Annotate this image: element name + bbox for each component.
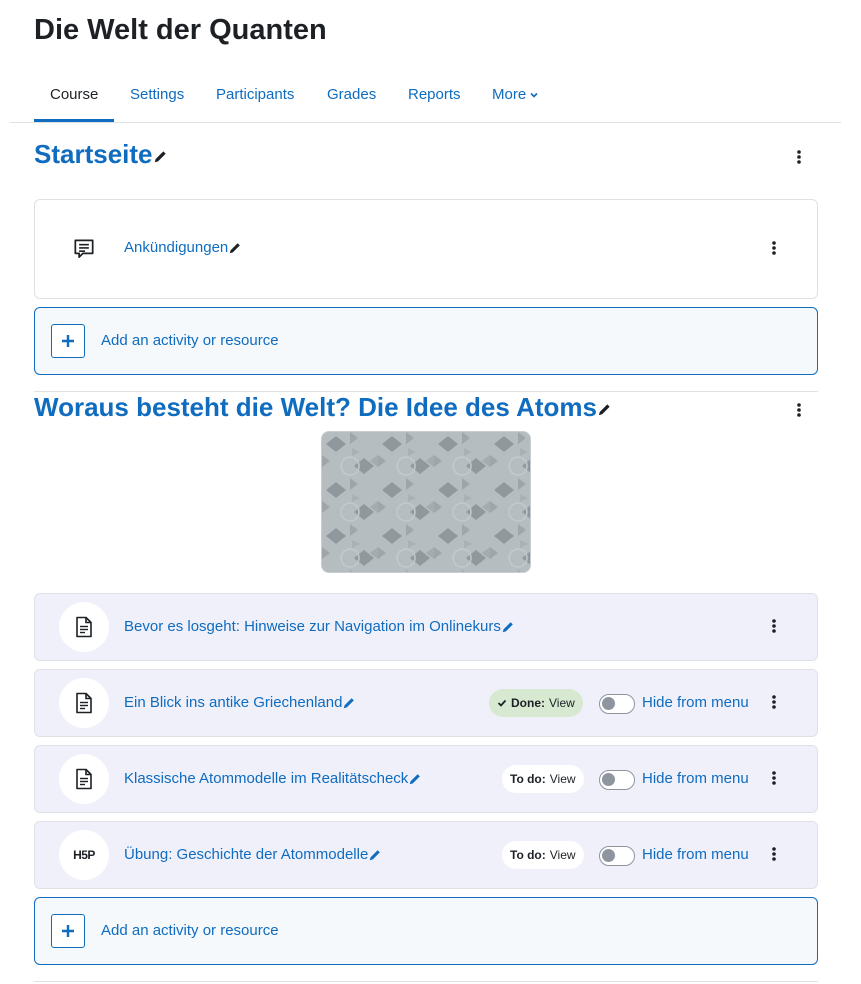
completion-state: Done:	[511, 696, 545, 710]
toggle-knob	[602, 773, 615, 786]
completion-state: To do:	[510, 848, 546, 862]
add-activity-label: Add an activity or resource	[101, 332, 279, 349]
activity-menu-icon[interactable]	[766, 768, 782, 788]
section-title-startseite[interactable]: Startseite	[34, 139, 168, 170]
plus-icon	[51, 914, 85, 948]
hide-from-menu-label[interactable]: Hide from menu	[642, 694, 749, 711]
edit-pencil-icon[interactable]	[408, 772, 422, 786]
check-icon	[497, 699, 507, 707]
activity-name: Klassische Atommodelle im Realitätscheck	[124, 770, 409, 787]
section-menu-icon[interactable]	[791, 147, 807, 167]
section-divider	[34, 981, 818, 982]
completion-state: To do:	[510, 772, 546, 786]
edit-pencil-icon[interactable]	[501, 620, 515, 634]
add-activity-button[interactable]: Add an activity or resource	[34, 307, 818, 375]
activity-link[interactable]: Übung: Geschichte der Atommodelle	[124, 846, 382, 863]
edit-pencil-icon[interactable]	[228, 241, 242, 255]
completion-badge-done[interactable]: Done: View	[489, 689, 583, 717]
edit-pencil-icon[interactable]	[368, 848, 382, 862]
section-menu-icon[interactable]	[791, 400, 807, 420]
activity-name: Ein Blick ins antike Griechenland	[124, 694, 343, 711]
completion-action: View	[549, 848, 576, 862]
activity-card-forum: Ankündigungen	[34, 199, 818, 299]
toggle-knob	[602, 697, 615, 710]
tab-more[interactable]: More	[492, 66, 538, 123]
forum-icon	[59, 224, 109, 274]
section-pattern-image	[321, 431, 531, 573]
tab-course[interactable]: Course	[50, 66, 98, 123]
tab-more-label: More	[492, 86, 527, 103]
section-title-text: Startseite	[34, 139, 153, 169]
section-title-atoms[interactable]: Woraus besteht die Welt? Die Idee des At…	[34, 392, 612, 423]
toggle-knob	[602, 849, 615, 862]
edit-pencil-icon[interactable]	[342, 696, 356, 710]
page-icon	[59, 678, 109, 728]
hide-from-menu-label[interactable]: Hide from menu	[642, 846, 749, 863]
activity-menu-icon[interactable]	[766, 844, 782, 864]
course-nav: Course Settings Participants Grades Repo…	[10, 66, 841, 123]
chevron-down-icon	[530, 92, 538, 98]
tab-grades[interactable]: Grades	[327, 66, 376, 123]
activity-card-page: Bevor es losgeht: Hinweise zur Navigatio…	[34, 593, 818, 661]
activity-menu-icon[interactable]	[766, 692, 782, 712]
activity-link[interactable]: Bevor es losgeht: Hinweise zur Navigatio…	[124, 618, 515, 635]
section-title-text: Woraus besteht die Welt? Die Idee des At…	[34, 392, 597, 422]
hide-from-menu-toggle[interactable]	[599, 770, 635, 790]
page-icon	[59, 602, 109, 652]
tab-participants[interactable]: Participants	[216, 66, 294, 123]
activity-name: Ankündigungen	[124, 239, 229, 256]
completion-action: View	[549, 772, 576, 786]
hide-from-menu-toggle[interactable]	[599, 694, 635, 714]
activity-card-page: Ein Blick ins antike Griechenland Done: …	[34, 669, 818, 737]
activity-card-page: Klassische Atommodelle im Realitätscheck…	[34, 745, 818, 813]
hide-from-menu-label[interactable]: Hide from menu	[642, 770, 749, 787]
activity-link[interactable]: Ankündigungen	[124, 239, 242, 256]
activity-link[interactable]: Ein Blick ins antike Griechenland	[124, 694, 356, 711]
activity-card-h5p: H5P Übung: Geschichte der Atommodelle To…	[34, 821, 818, 889]
add-activity-button[interactable]: Add an activity or resource	[34, 897, 818, 965]
page-icon	[59, 754, 109, 804]
tab-settings[interactable]: Settings	[130, 66, 184, 123]
h5p-logo-text: H5P	[73, 848, 95, 862]
edit-pencil-icon[interactable]	[597, 402, 612, 417]
edit-pencil-icon[interactable]	[153, 149, 168, 164]
activity-name: Bevor es losgeht: Hinweise zur Navigatio…	[124, 618, 501, 635]
completion-action: View	[549, 696, 575, 710]
active-tab-indicator	[34, 119, 114, 122]
hide-from-menu-toggle[interactable]	[599, 846, 635, 866]
page-title: Die Welt der Quanten	[34, 14, 327, 46]
activity-menu-icon[interactable]	[766, 238, 782, 258]
completion-badge-todo[interactable]: To do: View	[502, 841, 584, 869]
plus-icon	[51, 324, 85, 358]
tab-reports[interactable]: Reports	[408, 66, 461, 123]
activity-name: Übung: Geschichte der Atommodelle	[124, 846, 369, 863]
activity-link[interactable]: Klassische Atommodelle im Realitätscheck	[124, 770, 422, 787]
h5p-icon: H5P	[59, 830, 109, 880]
add-activity-label: Add an activity or resource	[101, 922, 279, 939]
completion-badge-todo[interactable]: To do: View	[502, 765, 584, 793]
activity-menu-icon[interactable]	[766, 616, 782, 636]
